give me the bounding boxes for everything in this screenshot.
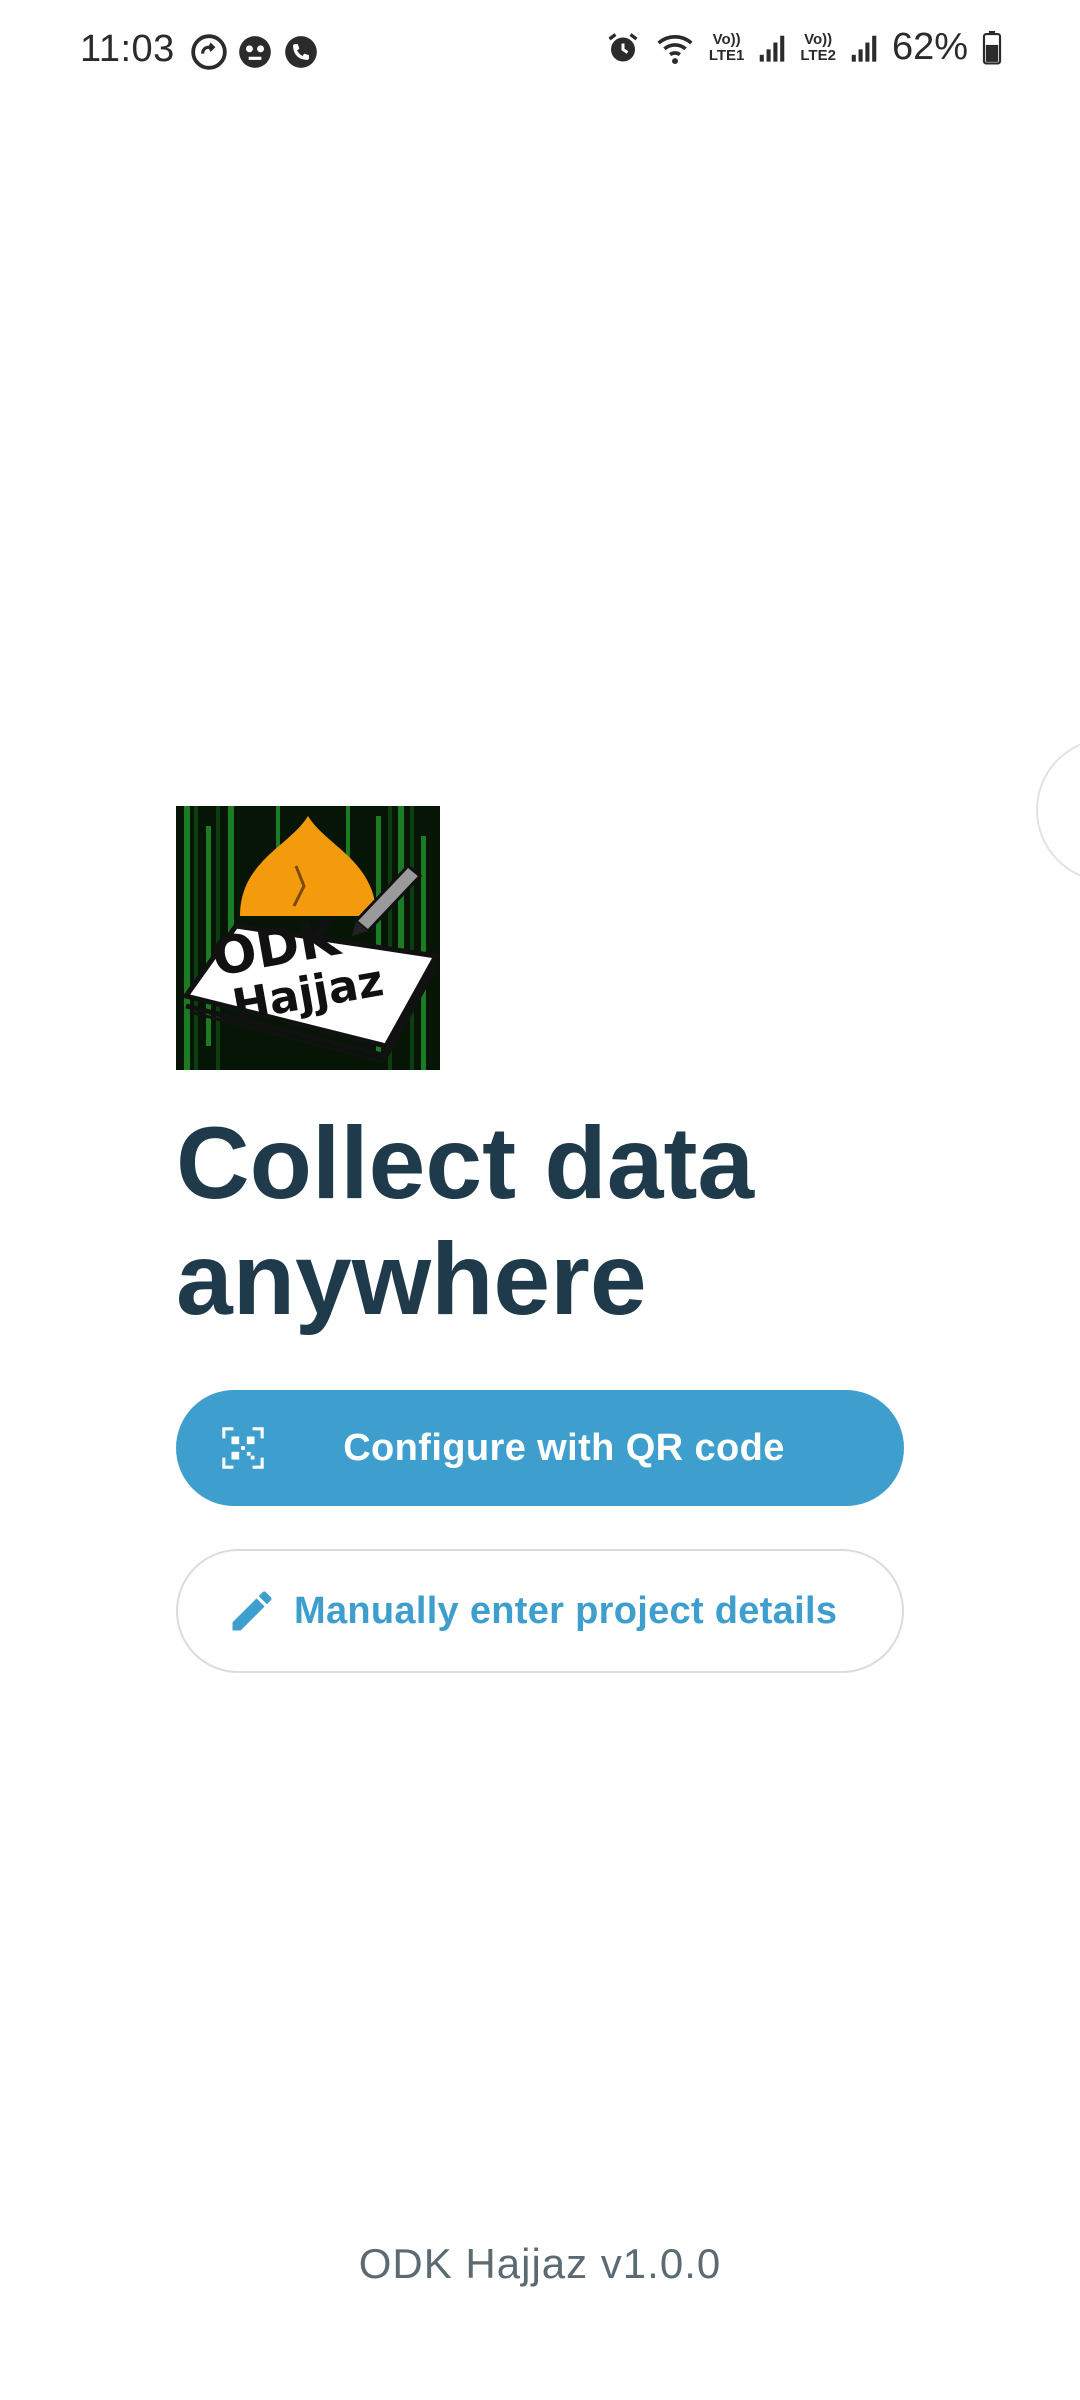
floating-edge-bubble[interactable] (1036, 738, 1080, 882)
configure-qr-button[interactable]: Configure with QR code (176, 1390, 904, 1506)
battery-percentage: 62% (891, 26, 968, 68)
wifi-icon (657, 34, 693, 64)
signal-strength-icon (851, 35, 877, 62)
manual-entry-label: Manually enter project details (294, 1589, 838, 1632)
welcome-headline: Collect data anywhere (176, 1106, 755, 1336)
phone-chat-icon (285, 36, 317, 68)
welcome-screen: 11:03 Vo)) LTE1 Vo)) LTE2 62% ODK Hajjaz… (0, 0, 1080, 2400)
mask-icon (239, 36, 271, 68)
manual-entry-button[interactable]: Manually enter project details (176, 1549, 904, 1673)
sim2-indicator: Vo)) LTE2 (800, 30, 836, 64)
app-logo: ODK Hajjaz (176, 806, 440, 1070)
notification-icons (190, 33, 320, 71)
sync-icon (191, 34, 227, 70)
battery-icon (982, 30, 1002, 65)
sim1-indicator: Vo)) LTE1 (708, 30, 745, 64)
configure-qr-label: Configure with QR code (343, 1426, 785, 1469)
signal-strength-icon (760, 35, 785, 62)
alarm-icon (608, 32, 638, 61)
status-time: 11:03 (80, 28, 175, 70)
status-bar: 11:03 Vo)) LTE1 Vo)) LTE2 62% (0, 0, 1080, 110)
app-version: ODK Hajjaz v1.0.0 (358, 2240, 722, 2287)
pencil-icon (232, 1591, 272, 1631)
system-status-icons: Vo)) LTE1 Vo)) LTE2 62% (605, 26, 1002, 69)
